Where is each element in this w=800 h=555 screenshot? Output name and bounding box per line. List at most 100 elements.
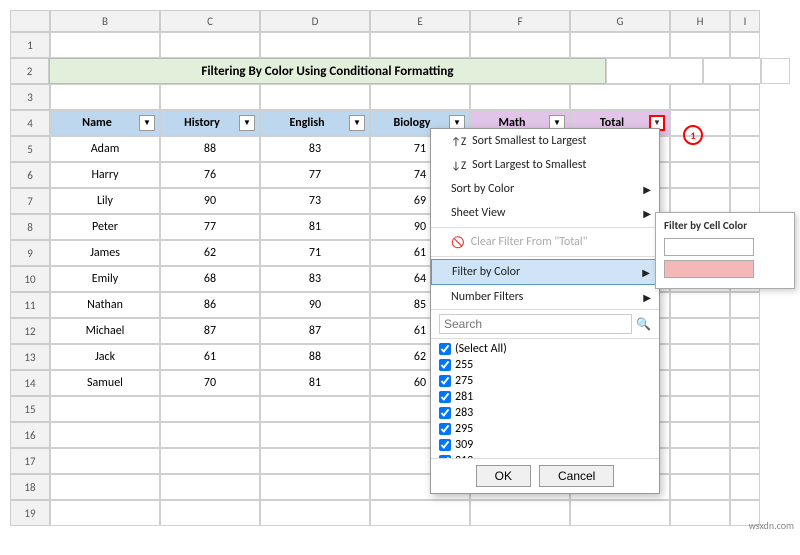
cell-i7: [730, 188, 760, 214]
header-name: Name ▼: [50, 110, 160, 136]
cell-history-10: 68: [160, 266, 260, 292]
row-num-14: 14: [10, 370, 50, 396]
dropdown-container: ↑Z Sort Smallest to Largest ↓Z Sort Larg…: [430, 128, 660, 494]
sort-asc-label: Sort Smallest to Largest: [472, 134, 586, 148]
number-filters-item[interactable]: Number Filters ▶: [431, 285, 659, 309]
cell-h14: [670, 370, 730, 396]
data-row-7: 7 Lily 90 73 69: [10, 188, 790, 214]
number-filters-label: Number Filters: [451, 290, 523, 304]
ok-button[interactable]: OK: [476, 465, 531, 487]
pink-swatch[interactable]: [664, 260, 754, 278]
check-item-1[interactable]: 255: [439, 357, 651, 373]
checkbox-0[interactable]: [439, 343, 451, 355]
filter-color-title: Filter by Cell Color: [664, 219, 786, 232]
check-item-6[interactable]: 309: [439, 437, 651, 453]
cell-name-13: Jack: [50, 344, 160, 370]
cell-name-10: Emily: [50, 266, 160, 292]
row-num-7: 7: [10, 188, 50, 214]
search-input[interactable]: [439, 314, 632, 334]
cell-name-5: Adam: [50, 136, 160, 162]
cell-history-11: 86: [160, 292, 260, 318]
checkbox-7[interactable]: [439, 455, 451, 458]
filter-by-color-arrow: ▶: [642, 266, 650, 279]
check-label-3: 281: [455, 390, 473, 404]
check-item-0[interactable]: (Select All): [439, 341, 651, 357]
cell-english-8: 81: [260, 214, 370, 240]
white-swatch[interactable]: [664, 238, 754, 256]
filter-english-btn[interactable]: ▼: [349, 115, 365, 131]
checkbox-3[interactable]: [439, 391, 451, 403]
cell-i4: [730, 110, 760, 136]
cell-i3: [730, 84, 760, 110]
checkbox-4[interactable]: [439, 407, 451, 419]
col-header-B: B: [50, 10, 160, 32]
row-2: 2: [10, 58, 49, 84]
cell-h2: [703, 58, 761, 84]
checklist-area[interactable]: (Select All)255275281283295309313317: [431, 338, 659, 458]
sort-asc-item[interactable]: ↑Z Sort Smallest to Largest: [431, 129, 659, 153]
checkbox-2[interactable]: [439, 375, 451, 387]
header-name-label: Name: [55, 116, 139, 130]
col-header-E: E: [370, 10, 470, 32]
cell-i1: [730, 32, 760, 58]
header-history-label: History: [165, 116, 239, 130]
filter-history-btn[interactable]: ▼: [239, 115, 255, 131]
check-item-2[interactable]: 275: [439, 373, 651, 389]
sort-color-arrow: ▶: [643, 183, 651, 196]
check-item-5[interactable]: 295: [439, 421, 651, 437]
data-row-14: 14 Samuel 70 81 60: [10, 370, 790, 396]
check-label-4: 283: [455, 406, 473, 420]
sheet-view-item[interactable]: Sheet View ▶: [431, 201, 659, 225]
cell-c3: [160, 84, 260, 110]
cell-i14: [730, 370, 760, 396]
cell-english-7: 73: [260, 188, 370, 214]
watermark: wsxdn.com: [749, 519, 794, 532]
header-english: English ▼: [260, 110, 370, 136]
checkbox-5[interactable]: [439, 423, 451, 435]
filter-by-color-item[interactable]: Filter by Color ▶: [431, 259, 659, 285]
cell-h1: [670, 32, 730, 58]
sort-desc-item[interactable]: ↓Z Sort Largest to Smallest: [431, 153, 659, 177]
row-num-13: 13: [10, 344, 50, 370]
row-num-6: 6: [10, 162, 50, 188]
title-text: Filtering By Color Using Conditional For…: [201, 64, 453, 79]
cell-history-14: 70: [160, 370, 260, 396]
cell-history-13: 61: [160, 344, 260, 370]
row-3: 3: [10, 84, 50, 110]
filter-name-btn[interactable]: ▼: [139, 115, 155, 131]
cell-i2: [761, 58, 790, 84]
cell-i6: [730, 162, 760, 188]
row-1: 1: [10, 32, 50, 58]
row-num-12: 12: [10, 318, 50, 344]
cell-f1: [470, 32, 570, 58]
cell-d3: [260, 84, 370, 110]
cell-history-6: 76: [160, 162, 260, 188]
search-icon: 🔍: [636, 317, 651, 332]
cell-history-12: 87: [160, 318, 260, 344]
check-item-4[interactable]: 283: [439, 405, 651, 421]
sort-desc-label: Sort Largest to Smallest: [472, 158, 586, 172]
clear-filter-label: Clear Filter From "Total": [471, 235, 588, 249]
cancel-button[interactable]: Cancel: [539, 465, 614, 487]
data-row-13: 13 Jack 61 88 62: [10, 344, 790, 370]
checkbox-1[interactable]: [439, 359, 451, 371]
check-label-5: 295: [455, 422, 473, 436]
empty-row-15: 15: [10, 396, 790, 422]
cell-english-12: 87: [260, 318, 370, 344]
sort-color-item[interactable]: Sort by Color ▶: [431, 177, 659, 201]
col-header-F: F: [470, 10, 570, 32]
checkbox-6[interactable]: [439, 439, 451, 451]
cell-h6: [670, 162, 730, 188]
empty-row-18: 18: [10, 474, 790, 500]
col-header-C: C: [160, 10, 260, 32]
cell-e1: [370, 32, 470, 58]
sort-color-label: Sort by Color: [451, 182, 514, 196]
clear-filter-icon: 🚫: [451, 236, 465, 249]
empty-row-17: 17: [10, 448, 790, 474]
col-header-G: G: [570, 10, 670, 32]
check-item-3[interactable]: 281: [439, 389, 651, 405]
cell-b1: [50, 32, 160, 58]
cell-english-11: 90: [260, 292, 370, 318]
cell-i5: [730, 136, 760, 162]
cell-name-9: James: [50, 240, 160, 266]
